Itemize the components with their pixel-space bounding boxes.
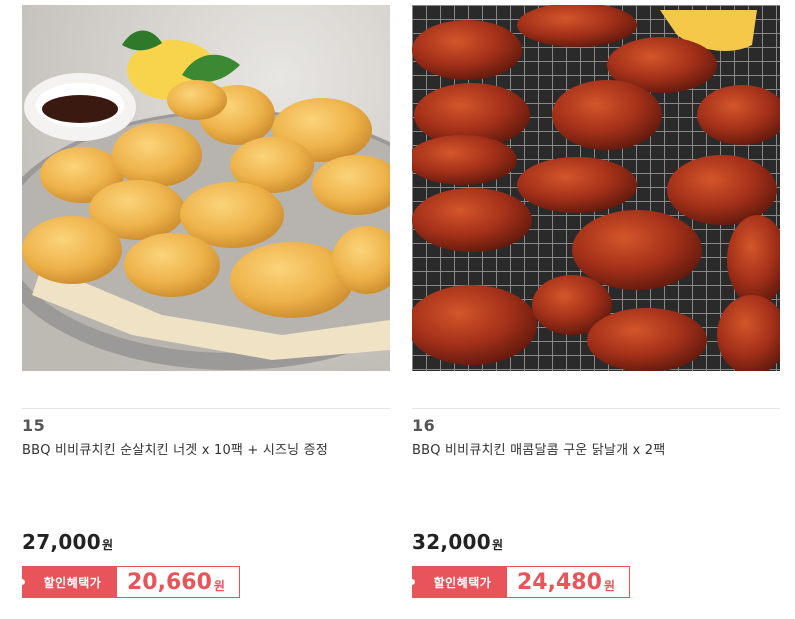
discount-price-box: 할인혜택가 24,480 원 xyxy=(409,566,630,598)
original-price-value: 32,000 xyxy=(412,530,491,554)
discount-badge-label: 할인혜택가 xyxy=(433,575,492,590)
product-image-wings[interactable] xyxy=(412,5,780,371)
product-number: 16 xyxy=(412,416,436,435)
card-divider xyxy=(412,408,780,409)
card-divider xyxy=(22,408,390,409)
discount-price-value: 20,660 xyxy=(127,569,212,595)
badge-dot-icon xyxy=(409,579,415,585)
discount-price-unit: 원 xyxy=(603,578,615,593)
discount-price: 24,480 원 xyxy=(507,566,630,598)
discount-badge-label: 할인혜택가 xyxy=(43,575,102,590)
discount-badge: 할인혜택가 xyxy=(409,566,507,598)
badge-dot-icon xyxy=(19,579,25,585)
product-title[interactable]: BBQ 비비큐치킨 순살치킨 너겟 x 10팩 + 시즈닝 증정 xyxy=(22,439,390,458)
original-price-unit: 원 xyxy=(491,538,504,552)
original-price-value: 27,000 xyxy=(22,530,101,554)
product-image-nuggets[interactable] xyxy=(22,5,390,371)
original-price: 32,000원 xyxy=(412,530,503,554)
discount-price: 20,660 원 xyxy=(117,566,240,598)
product-card-16[interactable]: 16 BBQ 비비큐치킨 매콤달콤 구운 닭날개 x 2팩 32,000원 할인… xyxy=(409,0,780,619)
discount-badge: 할인혜택가 xyxy=(19,566,117,598)
product-number: 15 xyxy=(22,416,46,435)
original-price-unit: 원 xyxy=(101,538,114,552)
product-card-15[interactable]: 15 BBQ 비비큐치킨 순살치킨 너겟 x 10팩 + 시즈닝 증정 27,0… xyxy=(19,0,390,619)
product-title[interactable]: BBQ 비비큐치킨 매콤달콤 구운 닭날개 x 2팩 xyxy=(412,439,780,458)
discount-price-unit: 원 xyxy=(213,578,225,593)
discount-price-box: 할인혜택가 20,660 원 xyxy=(19,566,240,598)
original-price: 27,000원 xyxy=(22,530,113,554)
discount-price-value: 24,480 xyxy=(517,569,602,595)
